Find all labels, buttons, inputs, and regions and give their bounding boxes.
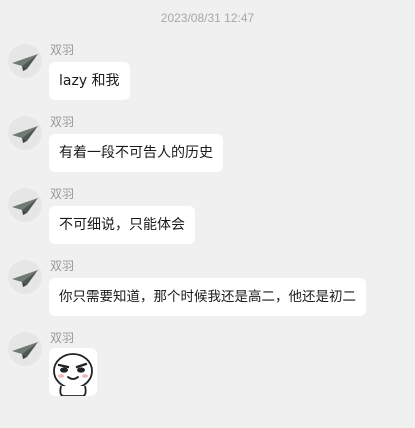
sender-name: 双羽 [50,259,75,273]
sender-avatar[interactable] [8,260,42,294]
sender-name: 双羽 [50,43,75,57]
paper-plane-icon [8,332,42,366]
paper-plane-icon [8,260,42,294]
sender-name: 双羽 [50,115,75,129]
paper-plane-icon [8,116,42,150]
sender-avatar[interactable] [8,116,42,150]
paper-plane-icon [8,44,42,78]
message-bubble[interactable]: 你只需要知道，那个时候我还是高二，他还是初二 [49,278,366,316]
message-bubble[interactable]: lazy 和我 [49,62,130,100]
sender-name: 双羽 [50,331,75,345]
message-bubble[interactable]: 有着一段不可告人的历史 [49,134,223,172]
message-bubble[interactable]: 不可细说，只能体会 [49,206,195,244]
sender-avatar[interactable] [8,332,42,366]
message-timestamp: 2023/08/31 12:47 [160,11,255,25]
paper-plane-icon [8,188,42,222]
sender-avatar[interactable] [8,44,42,78]
smirking-face-sticker[interactable] [49,348,97,397]
sender-avatar[interactable] [8,188,42,222]
sender-name: 双羽 [50,187,75,201]
